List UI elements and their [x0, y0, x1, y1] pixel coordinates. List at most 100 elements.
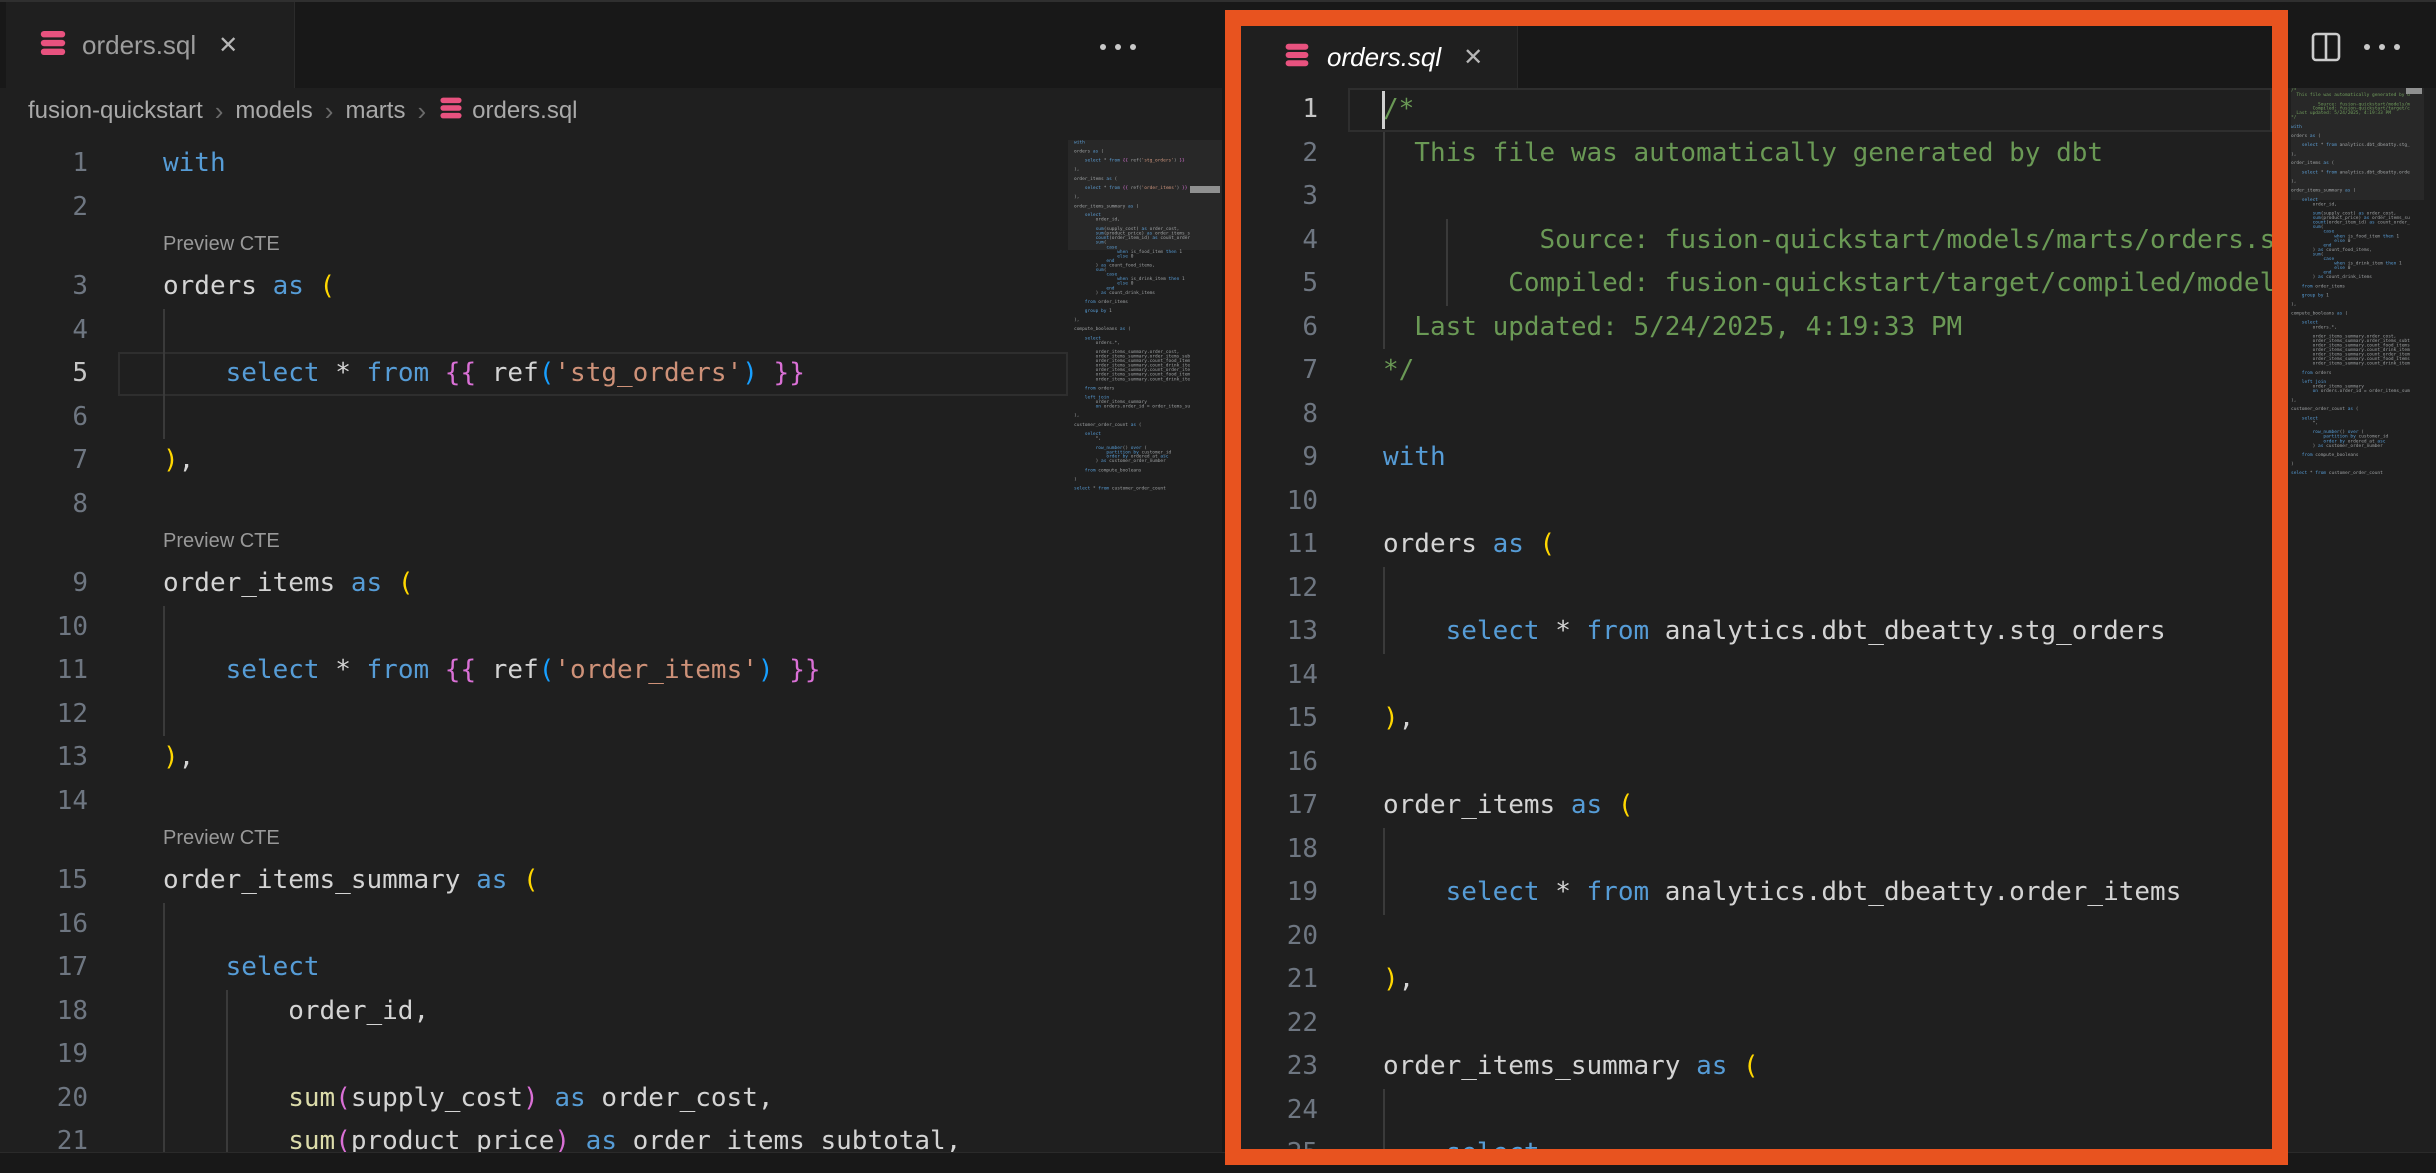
indent-guide — [163, 396, 165, 440]
tab-orders-sql-left[interactable]: orders.sql ✕ — [6, 2, 295, 88]
code-line: 18 — [1241, 828, 2272, 872]
right-minimap-slider[interactable] — [2291, 88, 2424, 200]
codelens-row: Preview CTE — [0, 526, 1068, 562]
code-line-text: Compiled: fusion-quickstart/target/compi… — [1383, 262, 2272, 306]
line-number: 4 — [1241, 219, 1318, 263]
codelens-preview-cte[interactable]: Preview CTE — [163, 827, 280, 850]
line-number: 6 — [0, 396, 88, 440]
code-line: 2 This file was automatically generated … — [1241, 132, 2272, 176]
code-line-text: orders as ( — [1383, 523, 1555, 567]
code-line: 7*/ — [1241, 349, 2272, 393]
code-token — [163, 952, 226, 982]
code-line-text: with — [163, 142, 226, 186]
left-minimap-slider[interactable] — [1068, 140, 1222, 250]
code-line-text: select * from {{ ref('order_items') }} — [163, 649, 821, 693]
code-token: select — [226, 952, 320, 982]
code-token: Last updated: 5/24/2025, 4:19:33 PM — [1383, 312, 1962, 342]
line-number: 7 — [0, 439, 88, 483]
code-token: as — [351, 568, 382, 598]
code-line: 4 Source: fusion-quickstart/models/marts… — [1241, 219, 2272, 263]
split-editor-icon[interactable] — [2310, 31, 2342, 68]
code-token — [429, 655, 445, 685]
code-token: {{ — [445, 358, 476, 388]
code-line: 10 — [0, 606, 1068, 650]
code-token: This file was automatically generated by… — [1383, 138, 2103, 168]
codelens-preview-cte[interactable]: Preview CTE — [163, 530, 280, 553]
chevron-right-icon: › — [325, 96, 334, 127]
code-token: ( — [1540, 529, 1556, 559]
code-token: select — [1446, 1138, 1540, 1149]
code-line: 11 select * from {{ ref('order_items') }… — [0, 649, 1068, 693]
code-line-text: Source: fusion-quickstart/models/marts/o… — [1383, 219, 2272, 263]
line-number: 14 — [1241, 654, 1318, 698]
code-token: as — [1696, 1051, 1727, 1081]
database-file-icon — [1283, 41, 1311, 74]
line-number: 14 — [0, 780, 88, 824]
code-token — [774, 655, 790, 685]
code-token: order_items — [1383, 790, 1571, 820]
left-overview-ruler-cursor — [1190, 186, 1220, 193]
breadcrumb-item-fusion-quickstart[interactable]: fusion-quickstart — [28, 97, 203, 125]
line-number: 5 — [0, 352, 88, 396]
code-token: , — [1399, 964, 1415, 994]
code-token — [1383, 1138, 1446, 1149]
code-token: order_cost, — [586, 1083, 774, 1113]
line-number: 22 — [1241, 1002, 1318, 1046]
code-token: ref — [476, 655, 539, 685]
tab-label: orders.sql — [1327, 42, 1441, 73]
bottom-strip — [0, 1152, 2436, 1173]
code-token: select — [1446, 877, 1540, 907]
code-token: as — [476, 865, 507, 895]
close-icon[interactable]: ✕ — [1463, 43, 1483, 72]
code-token — [1602, 790, 1618, 820]
line-number: 10 — [1241, 480, 1318, 524]
code-line: 17 select — [0, 946, 1068, 990]
code-token: ( — [398, 568, 414, 598]
code-token: /* — [1383, 94, 1414, 124]
code-token — [382, 568, 398, 598]
code-line-text: select * from {{ ref('stg_orders') }} — [163, 352, 805, 396]
code-token: ref — [476, 358, 539, 388]
code-line: 18 order_id, — [0, 990, 1068, 1034]
line-number: 12 — [0, 693, 88, 737]
code-line: 3orders as ( — [0, 265, 1068, 309]
line-number: 21 — [1241, 958, 1318, 1002]
indent-guide — [163, 309, 165, 353]
compiled-code-editor[interactable]: 1/*2 This file was automatically generat… — [1241, 88, 2272, 1149]
code-token: order_items_summary — [163, 865, 476, 895]
codelens-preview-cte[interactable]: Preview CTE — [163, 233, 280, 256]
line-number: 20 — [1241, 915, 1318, 959]
breadcrumb-item-models[interactable]: models — [235, 97, 312, 125]
code-line: 25 select — [1241, 1132, 2272, 1149]
code-token: from — [367, 358, 430, 388]
code-line: 22 — [1241, 1002, 2272, 1046]
code-line: 1/* — [1241, 88, 2272, 132]
code-token: order_items — [163, 568, 351, 598]
code-line-text: */ — [1383, 349, 1414, 393]
code-line-text: order_items_summary as ( — [163, 859, 539, 903]
code-token — [163, 655, 226, 685]
more-actions-icon-right[interactable] — [2364, 44, 2400, 50]
code-line-text: order_id, — [163, 990, 429, 1034]
right-overview-ruler-cursor — [2406, 88, 2422, 94]
code-line: 15order_items_summary as ( — [0, 859, 1068, 903]
code-token: ) — [163, 445, 179, 475]
breadcrumb-item-orders.sql[interactable]: orders.sql — [472, 97, 577, 125]
indent-guide — [163, 1033, 165, 1077]
code-line: 16 — [0, 903, 1068, 947]
code-line-text: select * from analytics.dbt_dbeatty.stg_… — [1383, 610, 2166, 654]
line-number: 3 — [0, 265, 88, 309]
left-code-editor[interactable]: 1with2Preview CTE3orders as (45 select *… — [0, 142, 1068, 1172]
line-number: 16 — [1241, 741, 1318, 785]
breadcrumb-item-marts[interactable]: marts — [345, 97, 405, 125]
code-line-text: sum(supply_cost) as order_cost, — [163, 1077, 774, 1121]
close-icon[interactable]: ✕ — [218, 31, 238, 60]
code-token: supply_cost — [351, 1083, 523, 1113]
code-line-text: with — [1383, 436, 1446, 480]
code-line: 14 — [1241, 654, 2272, 698]
code-token — [758, 358, 774, 388]
code-line: 20 sum(supply_cost) as order_cost, — [0, 1077, 1068, 1121]
more-actions-icon[interactable] — [1100, 44, 1136, 50]
tab-orders-sql-preview[interactable]: orders.sql ✕ — [1241, 26, 1518, 88]
code-line-text: Last updated: 5/24/2025, 4:19:33 PM — [1383, 306, 1962, 350]
